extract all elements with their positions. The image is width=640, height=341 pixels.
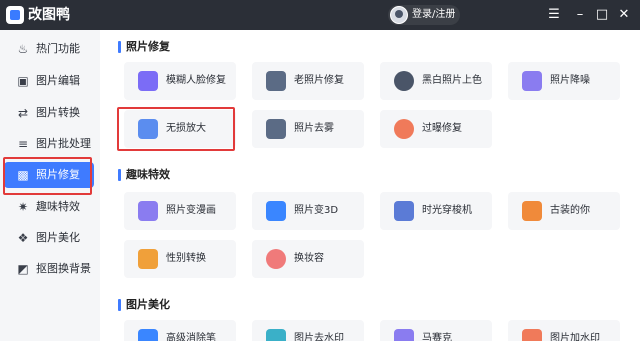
cube-icon xyxy=(266,201,286,221)
card-overexposure[interactable]: 过曝修复 xyxy=(380,110,492,148)
card-time-machine[interactable]: 时光穿梭机 xyxy=(380,192,492,230)
app-title: 改图鸭 xyxy=(28,7,70,23)
card-upscale[interactable]: 无损放大 xyxy=(124,110,236,148)
upscale-icon xyxy=(138,119,158,139)
cutout-icon: ◩ xyxy=(17,262,29,276)
minimize-icon[interactable]: – xyxy=(572,7,588,23)
card-label: 古装的你 xyxy=(550,205,590,216)
sidebar: ♨ 热门功能 ▣ 图片编辑 ⇄ 图片转换 ≡ 图片批处理 ▩ 照片修复 ✷ 趣味… xyxy=(0,30,100,341)
card-gender-swap[interactable]: 性别转换 xyxy=(124,240,236,278)
palette-icon xyxy=(394,71,414,91)
old-photo-icon xyxy=(266,71,286,91)
avatar-icon[interactable] xyxy=(390,6,408,24)
watermark-remove-icon xyxy=(266,329,286,341)
overexposure-icon xyxy=(394,119,414,139)
card-label: 性别转换 xyxy=(166,253,206,264)
card-old-photo[interactable]: 老照片修复 xyxy=(252,62,364,100)
card-3d[interactable]: 照片变3D xyxy=(252,192,364,230)
convert-icon: ⇄ xyxy=(17,106,29,120)
sidebar-item-label: 趣味特效 xyxy=(36,200,80,213)
sidebar-item-label: 图片转换 xyxy=(36,106,80,119)
card-comic[interactable]: 照片变漫画 xyxy=(124,192,236,230)
mosaic-icon xyxy=(394,329,414,341)
card-label: 照片去雾 xyxy=(294,123,334,134)
card-label: 照片变漫画 xyxy=(166,205,216,216)
flame-icon: ♨ xyxy=(17,42,29,56)
sidebar-item-label: 照片修复 xyxy=(36,168,80,181)
sidebar-item-image-edit[interactable]: ▣ 图片编辑 xyxy=(4,68,94,94)
card-eraser[interactable]: 高级消除笔 xyxy=(124,320,236,341)
card-label: 黑白照片上色 xyxy=(422,75,482,86)
card-watermark-remove[interactable]: 图片去水印 xyxy=(252,320,364,341)
card-makeup[interactable]: 换妆容 xyxy=(252,240,364,278)
time-machine-icon xyxy=(394,201,414,221)
sidebar-item-photo-repair[interactable]: ▩ 照片修复 xyxy=(4,162,94,188)
main-content: 照片修复 模糊人脸修复 老照片修复 黑白照片上色 照片降噪 无损放大 照片去雾 … xyxy=(100,30,640,341)
sidebar-item-label: 图片美化 xyxy=(36,231,80,244)
denoise-icon xyxy=(522,71,542,91)
card-label: 模糊人脸修复 xyxy=(166,75,226,86)
sidebar-item-beautify[interactable]: ❖ 图片美化 xyxy=(4,225,94,251)
card-label: 马赛克 xyxy=(422,333,452,341)
card-label: 高级消除笔 xyxy=(166,333,216,341)
card-label: 换妆容 xyxy=(294,253,324,264)
card-label: 图片加水印 xyxy=(550,333,600,341)
batch-icon: ≡ xyxy=(17,137,29,151)
card-label: 图片去水印 xyxy=(294,333,344,341)
section-title: 趣味特效 xyxy=(118,168,170,182)
sidebar-item-label: 抠图换背景 xyxy=(36,262,91,275)
sidebar-item-cutout[interactable]: ◩ 抠图换背景 xyxy=(4,256,94,282)
sidebar-item-label: 图片批处理 xyxy=(36,137,91,150)
title-bar: 改图鸭 登录/注册 ☰ – □ ✕ xyxy=(0,0,640,30)
gender-swap-icon xyxy=(138,249,158,269)
card-face-repair[interactable]: 模糊人脸修复 xyxy=(124,62,236,100)
sidebar-item-fun-effects[interactable]: ✷ 趣味特效 xyxy=(4,194,94,220)
face-repair-icon xyxy=(138,71,158,91)
close-icon[interactable]: ✕ xyxy=(616,7,632,23)
sparkle-icon: ✷ xyxy=(17,200,29,214)
card-mosaic[interactable]: 马赛克 xyxy=(380,320,492,341)
card-label: 老照片修复 xyxy=(294,75,344,86)
card-dehaze[interactable]: 照片去雾 xyxy=(252,110,364,148)
card-label: 照片变3D xyxy=(294,205,339,216)
section-title: 图片美化 xyxy=(118,298,170,312)
eraser-icon xyxy=(138,329,158,341)
ancient-costume-icon xyxy=(522,201,542,221)
sidebar-item-batch[interactable]: ≡ 图片批处理 xyxy=(4,131,94,157)
section-title: 照片修复 xyxy=(118,40,170,54)
card-colorize[interactable]: 黑白照片上色 xyxy=(380,62,492,100)
dehaze-icon xyxy=(266,119,286,139)
sidebar-item-label: 热门功能 xyxy=(36,42,80,55)
beautify-icon: ❖ xyxy=(17,231,29,245)
image-edit-icon: ▣ xyxy=(17,74,29,88)
card-label: 时光穿梭机 xyxy=(422,205,472,216)
comic-icon xyxy=(138,201,158,221)
card-label: 无损放大 xyxy=(166,123,206,134)
sidebar-item-image-convert[interactable]: ⇄ 图片转换 xyxy=(4,100,94,126)
card-denoise[interactable]: 照片降噪 xyxy=(508,62,620,100)
sidebar-item-hot[interactable]: ♨ 热门功能 xyxy=(4,36,94,62)
maximize-icon[interactable]: □ xyxy=(594,7,610,23)
sidebar-item-label: 图片编辑 xyxy=(36,74,80,87)
card-label: 过曝修复 xyxy=(422,123,462,134)
menu-icon[interactable]: ☰ xyxy=(546,7,562,23)
makeup-icon xyxy=(266,249,286,269)
photo-repair-icon: ▩ xyxy=(17,168,29,182)
app-logo-icon xyxy=(6,6,24,24)
watermark-add-icon xyxy=(522,329,542,341)
card-label: 照片降噪 xyxy=(550,75,590,86)
card-ancient-costume[interactable]: 古装的你 xyxy=(508,192,620,230)
card-watermark-add[interactable]: 图片加水印 xyxy=(508,320,620,341)
login-register-link[interactable]: 登录/注册 xyxy=(412,8,455,22)
